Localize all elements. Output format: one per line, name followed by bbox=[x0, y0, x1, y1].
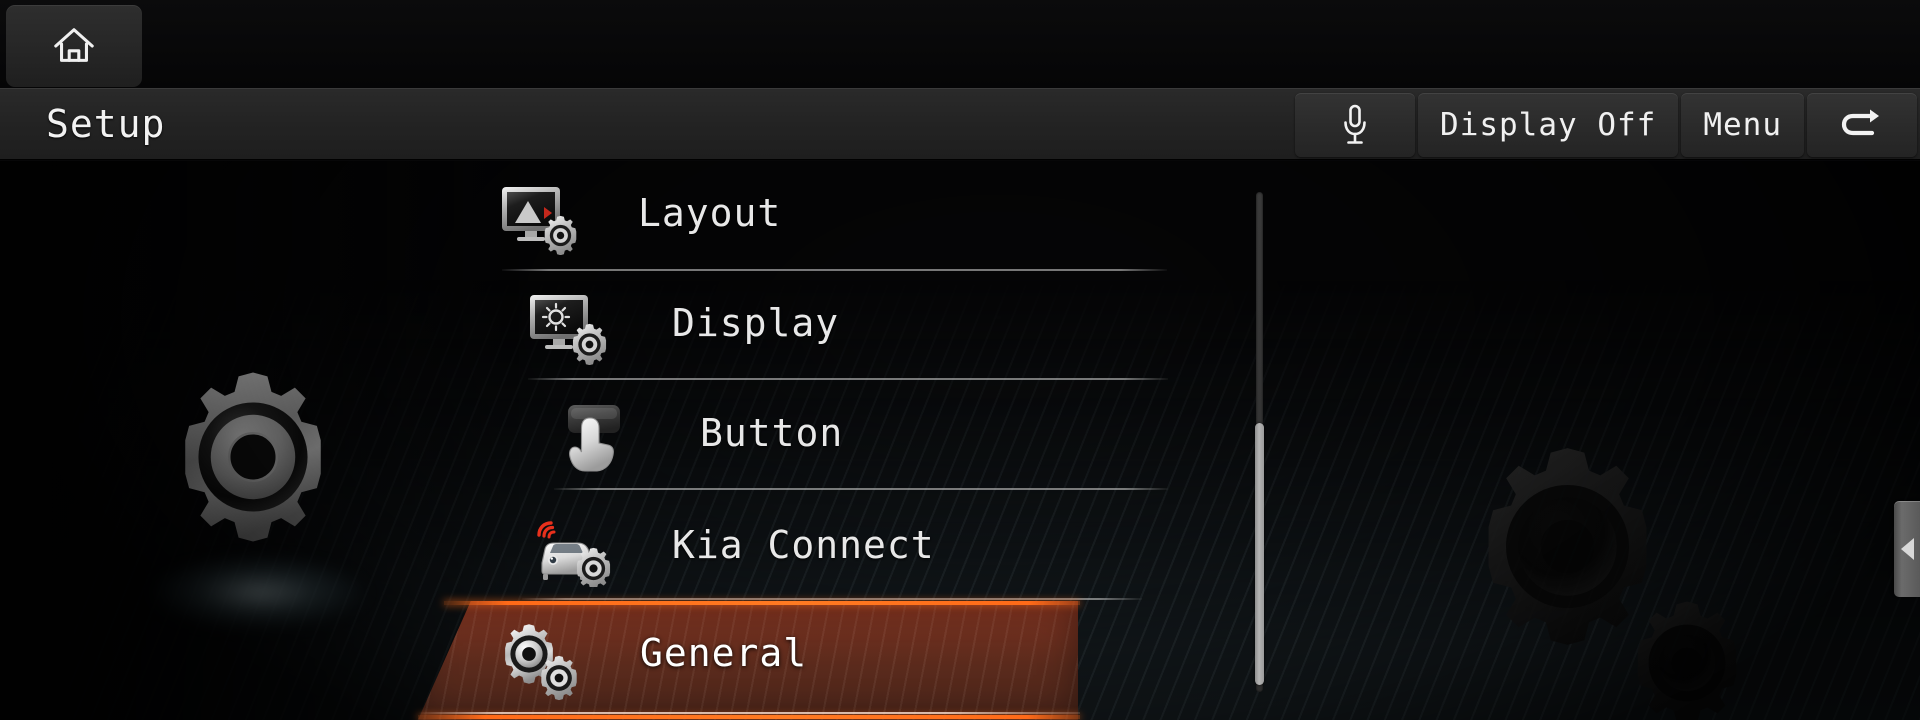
menu-divider bbox=[554, 488, 1168, 490]
selected-row-bottom-border bbox=[418, 715, 1080, 719]
back-arrow-icon bbox=[1839, 107, 1885, 143]
menu-item-label: Display bbox=[672, 301, 840, 345]
menu-divider bbox=[522, 598, 1142, 600]
menu-label: Menu bbox=[1703, 107, 1782, 143]
menu-item-general[interactable]: General bbox=[418, 601, 1250, 720]
header-toolbar: Display Off Menu bbox=[1292, 89, 1920, 161]
chevron-left-icon bbox=[1900, 538, 1914, 560]
menu-item-button[interactable]: Button bbox=[460, 381, 1250, 490]
monitor-layout-gear-icon bbox=[500, 185, 582, 255]
setup-menu-list: Layout Display Button Kia Connect Genera… bbox=[418, 161, 1250, 720]
home-button[interactable] bbox=[6, 5, 142, 87]
gear-icon bbox=[165, 369, 341, 545]
home-icon bbox=[51, 23, 97, 69]
menu-item-label: Button bbox=[700, 411, 844, 455]
menu-item-label: General bbox=[640, 631, 808, 675]
selected-row-bottom-highlight bbox=[418, 712, 1080, 714]
menu-item-label: Layout bbox=[638, 191, 782, 235]
microphone-icon bbox=[1340, 103, 1370, 147]
selected-row-top-border bbox=[444, 601, 1080, 605]
menu-item-label: Kia Connect bbox=[672, 523, 935, 567]
top-strip bbox=[0, 0, 1920, 88]
hand-press-button-icon bbox=[556, 401, 636, 475]
menu-item-kia-connect[interactable]: Kia Connect bbox=[460, 491, 1250, 600]
menu-item-layout[interactable]: Layout bbox=[460, 161, 1250, 270]
header-bar: Setup Display Off Menu bbox=[0, 88, 1920, 160]
side-panel-expand-tab[interactable] bbox=[1894, 501, 1920, 597]
menu-divider bbox=[528, 378, 1168, 380]
double-gear-icon bbox=[498, 623, 586, 703]
double-gear-icon bbox=[1455, 439, 1785, 720]
page-title: Setup bbox=[46, 102, 166, 146]
main-stage: Layout Display Button Kia Connect Genera… bbox=[0, 161, 1920, 720]
menu-button[interactable]: Menu bbox=[1681, 93, 1804, 157]
scrollbar-thumb[interactable] bbox=[1255, 423, 1264, 685]
back-button[interactable] bbox=[1807, 93, 1917, 157]
display-off-label: Display Off bbox=[1440, 107, 1657, 143]
car-wifi-gear-icon bbox=[528, 511, 614, 587]
monitor-brightness-gear-icon bbox=[528, 293, 610, 365]
infotainment-screen: Setup Display Off Menu Layout Display Bu… bbox=[0, 0, 1920, 720]
voice-recognition-button[interactable] bbox=[1295, 93, 1416, 157]
menu-item-display[interactable]: Display bbox=[460, 271, 1250, 380]
display-off-button[interactable]: Display Off bbox=[1418, 93, 1679, 157]
